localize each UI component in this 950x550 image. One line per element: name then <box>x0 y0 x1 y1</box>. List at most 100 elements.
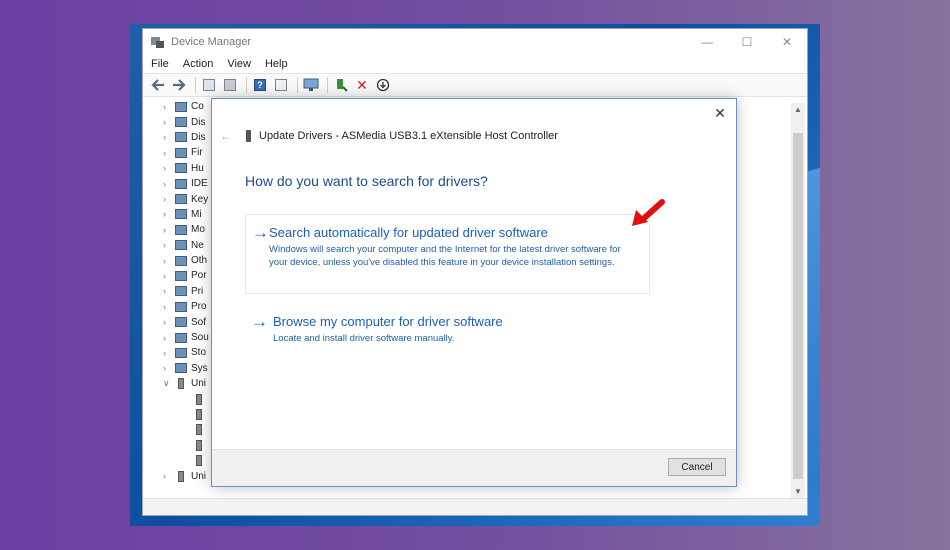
usb-icon <box>196 424 202 436</box>
chevron-right-icon[interactable]: › <box>163 148 175 158</box>
scan-icon[interactable] <box>374 76 392 94</box>
chevron-right-icon[interactable]: › <box>163 132 175 142</box>
tree-item-label: Oth <box>191 255 208 267</box>
chevron-right-icon[interactable]: › <box>163 333 175 343</box>
tree-item-label: Pri <box>191 285 204 297</box>
tree-item-label: Sof <box>191 316 207 328</box>
scroll-down-arrow-icon[interactable]: ▼ <box>791 485 805 499</box>
menu-help[interactable]: Help <box>265 58 288 70</box>
tree-item-label: Por <box>191 270 207 282</box>
chevron-right-icon[interactable]: › <box>163 302 175 312</box>
tree-item-label: Uni <box>191 378 207 390</box>
monitor-icon <box>175 224 187 235</box>
update-drivers-dialog: ✕ ← Update Drivers - ASMedia USB3.1 eXte… <box>211 98 737 487</box>
tree-item-label: Dis <box>191 116 206 128</box>
tree-item-label: Fir <box>191 147 203 159</box>
search-automatically-option[interactable]: → Search automatically for updated drive… <box>245 214 650 294</box>
system-icon <box>175 363 187 374</box>
toolbar-separator <box>327 77 328 93</box>
usb-icon <box>178 470 184 482</box>
chevron-right-icon[interactable]: › <box>163 225 175 235</box>
chevron-right-icon[interactable]: › <box>163 240 175 250</box>
other-icon <box>175 255 187 266</box>
chevron-right-icon[interactable]: › <box>163 363 175 373</box>
ports-icon <box>175 270 187 281</box>
chevron-right-icon[interactable]: › <box>163 256 175 266</box>
usb-icon <box>196 409 202 420</box>
scrollbar[interactable]: ▲ ▼ <box>791 103 805 499</box>
tree-item-label: Sou <box>191 332 209 344</box>
window-controls: — ☐ ✕ <box>687 29 807 55</box>
forward-arrow-icon[interactable] <box>170 76 188 94</box>
uninstall-icon[interactable]: ✕ <box>353 76 371 94</box>
chevron-right-icon[interactable]: › <box>163 317 175 327</box>
tree-item-label: Key <box>191 193 209 205</box>
tree-item-label: Hu <box>191 162 204 174</box>
keyboard-icon <box>175 194 187 205</box>
dialog-close-button[interactable]: ✕ <box>710 103 730 123</box>
chevron-right-icon[interactable]: › <box>163 471 175 481</box>
computer-icon <box>175 101 187 112</box>
toolbar: ? ✕ <box>143 73 807 97</box>
tree-item-label: Dis <box>191 131 206 143</box>
cancel-button[interactable]: Cancel <box>668 458 726 476</box>
firmware-icon <box>175 147 187 158</box>
usb-icon <box>196 455 202 467</box>
tree-item-label: Mo <box>191 224 205 236</box>
close-button[interactable]: ✕ <box>767 29 807 55</box>
option-description: Locate and install driver software manua… <box>273 333 455 344</box>
arrow-right-icon: → <box>252 223 269 242</box>
browse-computer-option[interactable]: → Browse my computer for driver software… <box>245 304 650 354</box>
minimize-button[interactable]: — <box>687 29 727 55</box>
tree-item-label: Ne <box>191 239 204 251</box>
tree-item-label: IDE <box>191 178 208 190</box>
properties-icon[interactable] <box>200 76 218 94</box>
window-title: Device Manager <box>171 36 252 48</box>
chevron-right-icon[interactable]: › <box>163 102 175 112</box>
option-description: Windows will search your computer and th… <box>269 244 621 268</box>
menu-file[interactable]: File <box>151 58 169 70</box>
tree-item-label: Sys <box>191 362 208 374</box>
hid-icon <box>175 163 187 174</box>
menu-bar: File Action View Help <box>143 55 807 73</box>
tree-item-label: Co <box>191 101 204 113</box>
software-icon <box>175 317 187 328</box>
status-bar <box>143 498 807 515</box>
chevron-right-icon[interactable]: › <box>163 179 175 189</box>
toolbar-separator <box>195 77 196 93</box>
scroll-up-arrow-icon[interactable]: ▲ <box>791 103 805 117</box>
chevron-right-icon[interactable]: › <box>163 209 175 219</box>
chevron-right-icon[interactable]: › <box>163 163 175 173</box>
menu-action[interactable]: Action <box>183 58 214 70</box>
device-manager-icon <box>151 36 165 48</box>
mice-icon <box>175 209 187 220</box>
scroll-thumb[interactable] <box>793 133 803 479</box>
disk-icon <box>175 117 187 128</box>
chevron-right-icon[interactable]: › <box>163 117 175 127</box>
dialog-title: Update Drivers - ASMedia USB3.1 eXtensib… <box>259 130 558 142</box>
usb-device-icon <box>246 130 251 142</box>
network-icon <box>175 240 187 251</box>
menu-view[interactable]: View <box>227 58 251 70</box>
back-arrow-icon[interactable]: ← <box>220 129 232 143</box>
maximize-button[interactable]: ☐ <box>727 29 767 55</box>
ide-icon <box>175 178 187 189</box>
dialog-footer: Cancel <box>212 449 736 486</box>
back-arrow-icon[interactable] <box>149 76 167 94</box>
view-icon[interactable] <box>272 76 290 94</box>
toolbar-separator <box>297 77 298 93</box>
usb-icon <box>178 378 184 390</box>
update-driver-icon[interactable] <box>332 76 350 94</box>
chevron-right-icon[interactable]: › <box>163 194 175 204</box>
chevron-down-icon[interactable]: ∨ <box>163 378 175 389</box>
help-icon[interactable]: ? <box>251 76 269 94</box>
driver-icon[interactable] <box>221 76 239 94</box>
tree-item-label: Uni <box>191 470 207 482</box>
monitor-icon[interactable] <box>302 76 320 94</box>
tree-item-label: Pro <box>191 301 207 313</box>
title-bar: Device Manager — ☐ ✕ <box>143 29 807 55</box>
sound-icon <box>175 332 187 343</box>
chevron-right-icon[interactable]: › <box>163 348 175 358</box>
chevron-right-icon[interactable]: › <box>163 286 175 296</box>
chevron-right-icon[interactable]: › <box>163 271 175 281</box>
